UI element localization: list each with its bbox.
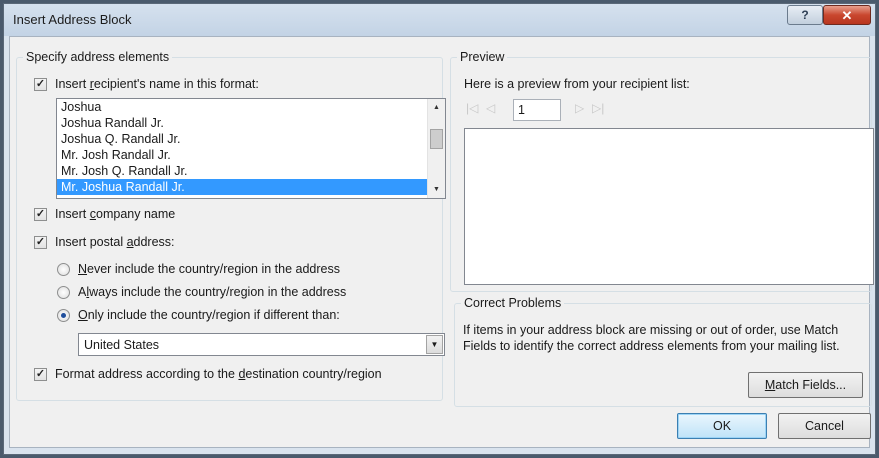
correct-problems-text: If items in your address block are missi… bbox=[463, 323, 840, 353]
last-record-icon[interactable]: ▷| bbox=[592, 101, 604, 115]
help-button[interactable]: ? bbox=[787, 5, 823, 25]
preview-legend: Preview bbox=[460, 50, 505, 64]
cancel-button[interactable]: Cancel bbox=[778, 413, 871, 439]
address-preview-area bbox=[464, 128, 874, 285]
company-name-checkbox[interactable]: ✓ bbox=[34, 208, 47, 221]
insert-address-block-dialog: Insert Address Block ? ✕ Specify address… bbox=[3, 3, 876, 455]
recipient-name-label: Insert recipient's name in this format: bbox=[55, 77, 259, 91]
format-by-destination-label: Format address according to the destinat… bbox=[55, 367, 382, 381]
ok-button[interactable]: OK bbox=[677, 413, 767, 439]
only-if-different-label: Only include the country/region if diffe… bbox=[78, 308, 340, 322]
company-name-label: Insert company name bbox=[55, 207, 176, 221]
list-item[interactable]: Mr. Josh Q. Randall Jr. bbox=[57, 163, 445, 179]
always-include-country-radio[interactable] bbox=[57, 286, 70, 299]
always-include-country-label: Always include the country/region in the… bbox=[78, 285, 347, 299]
never-include-country-label: Never include the country/region in the … bbox=[78, 262, 340, 276]
scroll-down-icon[interactable]: ▼ bbox=[428, 181, 445, 198]
recipient-name-checkbox[interactable]: ✓ bbox=[34, 78, 47, 91]
previous-record-icon[interactable]: ◁ bbox=[486, 101, 495, 115]
only-if-different-radio[interactable] bbox=[57, 309, 70, 322]
list-scrollbar[interactable]: ▲ ▼ bbox=[427, 99, 445, 198]
match-fields-button[interactable]: Match Fields... bbox=[748, 372, 863, 398]
never-include-country-radio[interactable] bbox=[57, 263, 70, 276]
dialog-body: Specify address elements ✓ Insert recipi… bbox=[9, 36, 874, 448]
list-item[interactable]: Joshua Randall Jr. bbox=[57, 115, 445, 131]
next-record-icon[interactable]: ▷ bbox=[575, 101, 584, 115]
country-region-value: United States bbox=[84, 338, 160, 352]
list-item[interactable]: Joshua bbox=[57, 99, 445, 115]
postal-address-checkbox[interactable]: ✓ bbox=[34, 236, 47, 249]
format-by-destination-checkbox[interactable]: ✓ bbox=[34, 368, 47, 381]
close-button[interactable]: ✕ bbox=[823, 5, 871, 25]
scroll-up-icon[interactable]: ▲ bbox=[428, 99, 445, 116]
dialog-title: Insert Address Block bbox=[13, 12, 132, 27]
record-number-input[interactable]: 1 bbox=[513, 99, 561, 121]
list-item[interactable]: Mr. Joshua Randall Jr. bbox=[57, 179, 445, 195]
scroll-thumb[interactable] bbox=[430, 129, 443, 149]
recipient-name-format-list[interactable]: Joshua Joshua Randall Jr. Joshua Q. Randal… bbox=[56, 98, 446, 199]
title-bar: Insert Address Block ? ✕ bbox=[4, 4, 875, 36]
list-item[interactable]: Joshua Q. Randall Jr. bbox=[57, 131, 445, 147]
first-record-icon[interactable]: |◁ bbox=[466, 101, 478, 115]
postal-address-label: Insert postal address: bbox=[55, 235, 175, 249]
chevron-down-icon[interactable]: ▼ bbox=[426, 335, 443, 354]
preview-caption: Here is a preview from your recipient li… bbox=[464, 77, 690, 91]
address-elements-legend: Specify address elements bbox=[26, 50, 170, 64]
country-region-dropdown[interactable]: United States ▼ bbox=[78, 333, 445, 356]
list-item[interactable]: Mr. Josh Randall Jr. bbox=[57, 147, 445, 163]
correct-problems-legend: Correct Problems bbox=[464, 296, 562, 310]
